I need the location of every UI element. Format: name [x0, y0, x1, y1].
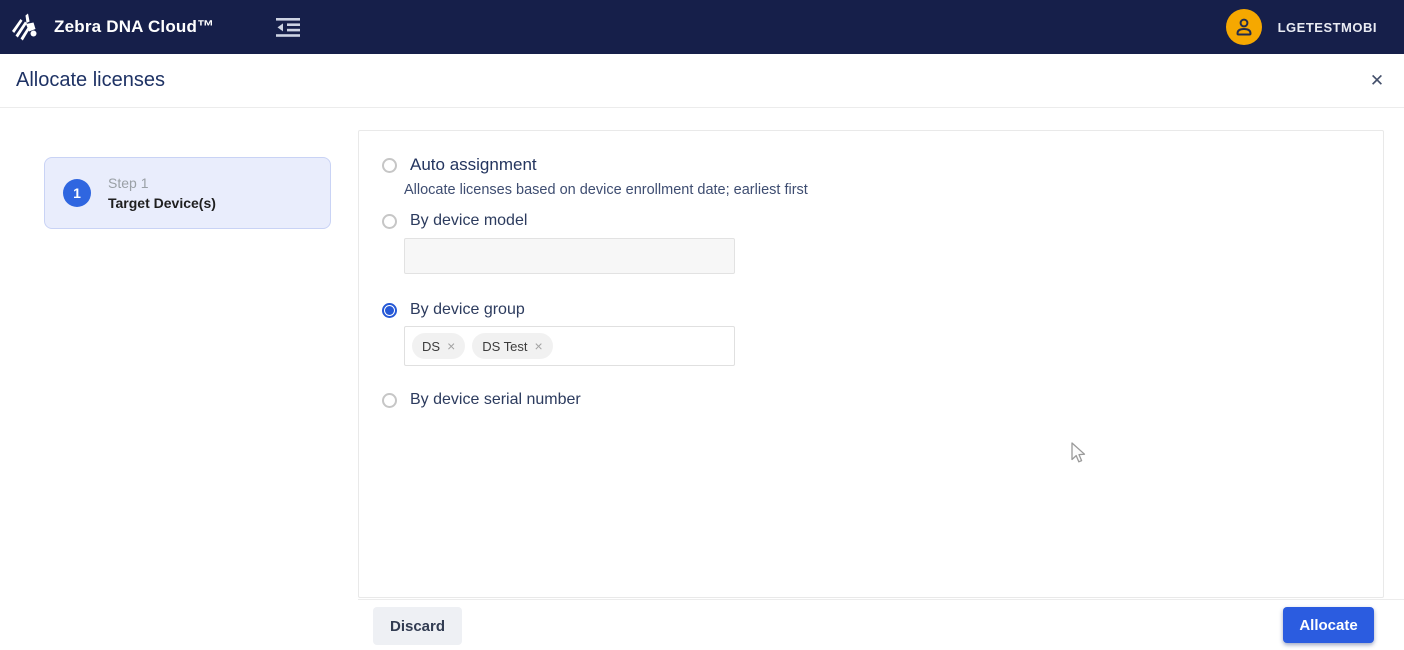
option-description-auto-assignment: Allocate licenses based on device enroll… [404, 182, 808, 198]
page-title: Allocate licenses [16, 69, 165, 91]
zebra-logo-icon [8, 7, 44, 47]
option-label-auto-assignment[interactable]: Auto assignment [410, 155, 537, 175]
footer-actions: Discard Allocate [358, 599, 1404, 650]
chip-remove-icon[interactable]: × [535, 339, 543, 353]
radio-option-device-serial[interactable]: By device serial number [382, 390, 581, 410]
top-navbar: Zebra DNA Cloud™ LGETESTMOBI [0, 0, 1404, 54]
radio-option-device-group[interactable]: By device group [382, 300, 525, 320]
allocation-options-panel: Auto assignment Allocate licenses based … [358, 130, 1384, 598]
device-group-chip: DS × [412, 333, 466, 359]
chip-remove-icon[interactable]: × [447, 339, 455, 353]
stepper-step-1[interactable]: 1 Step 1 Target Device(s) [44, 157, 331, 229]
chip-label: DS [422, 338, 441, 354]
radio-unchecked-icon[interactable] [382, 157, 397, 173]
dialog-header: Allocate licenses ✕ [0, 54, 1404, 108]
radio-option-auto-assignment[interactable]: Auto assignment [382, 155, 537, 175]
radio-unchecked-icon[interactable] [382, 392, 397, 408]
brand-title: Zebra DNA Cloud™ [54, 17, 215, 36]
discard-button[interactable]: Discard [373, 607, 462, 645]
step-number-badge: 1 [63, 179, 91, 207]
device-group-chip: DS Test × [472, 333, 553, 359]
option-label-device-serial[interactable]: By device serial number [410, 391, 581, 409]
step-label: Step 1 [108, 175, 149, 191]
device-group-input[interactable]: DS × DS Test × [404, 326, 735, 366]
step-text: Step 1 Target Device(s) [108, 175, 216, 211]
username-label[interactable]: LGETESTMOBI [1278, 20, 1377, 35]
device-model-input[interactable] [404, 238, 735, 274]
close-icon[interactable]: ✕ [1365, 69, 1389, 93]
user-avatar[interactable] [1225, 9, 1262, 45]
option-label-device-model[interactable]: By device model [410, 212, 527, 230]
allocate-button[interactable]: Allocate [1283, 607, 1374, 643]
radio-checked-icon[interactable] [382, 302, 397, 318]
radio-unchecked-icon[interactable] [382, 213, 397, 229]
radio-option-device-model[interactable]: By device model [382, 211, 527, 231]
step-title: Target Device(s) [108, 195, 216, 211]
indent-menu-icon[interactable] [276, 17, 301, 37]
person-icon [1233, 16, 1255, 38]
account-area: LGETESTMOBI [1225, 9, 1377, 45]
chip-label: DS Test [482, 338, 528, 354]
option-label-device-group[interactable]: By device group [410, 301, 525, 319]
